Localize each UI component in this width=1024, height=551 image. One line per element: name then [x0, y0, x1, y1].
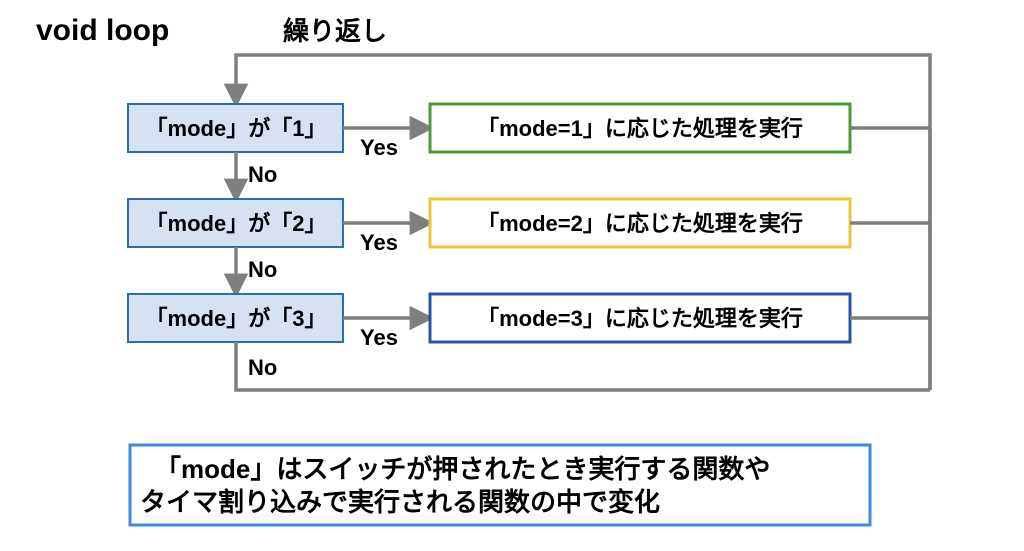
- no-label-3: No: [248, 355, 277, 380]
- note-line-2: タイマ割り込みで実行される関数の中で変化: [140, 487, 660, 517]
- note-line-1: 「mode」はスイッチが押されたとき実行する関数や: [155, 454, 770, 484]
- condition-text-2: 「mode」が「2」: [146, 211, 327, 236]
- action-text-3: 「mode=3」に応じた処理を実行: [477, 306, 803, 331]
- yes-label-3: Yes: [360, 325, 398, 350]
- condition-text-1: 「mode」が「1」: [146, 116, 327, 141]
- yes-label-1: Yes: [360, 135, 398, 160]
- yes-label-2: Yes: [360, 230, 398, 255]
- action-text-1: 「mode=1」に応じた処理を実行: [477, 116, 803, 141]
- no-label-2: No: [248, 257, 277, 282]
- no-label-1: No: [248, 162, 277, 187]
- page-title: void loop: [36, 14, 169, 47]
- condition-text-3: 「mode」が「3」: [146, 306, 327, 331]
- action-text-2: 「mode=2」に応じた処理を実行: [477, 211, 803, 236]
- loop-label: 繰り返し: [283, 16, 387, 46]
